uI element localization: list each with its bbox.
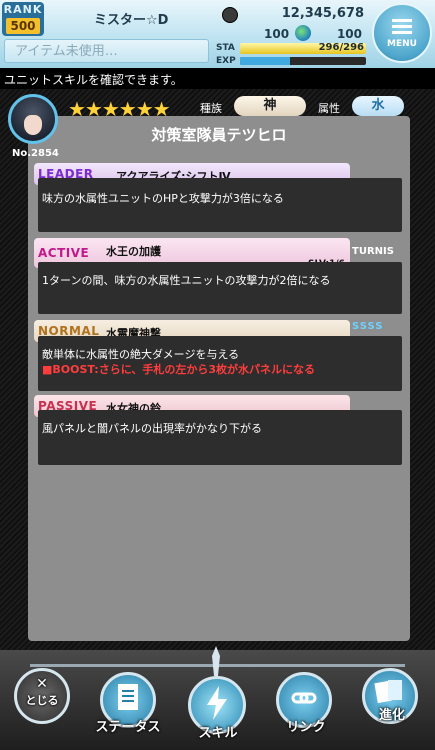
globe-icon — [295, 25, 311, 41]
unit-number: No.2854 — [12, 148, 59, 159]
coin-icon — [222, 7, 238, 23]
unit-name: 対策室隊員テツヒロ — [151, 126, 287, 144]
normal-skill-boost: ■BOOST:さらに、手札の左から3枚が水パネルになる — [42, 363, 316, 376]
evolve-label: 進化 — [378, 708, 405, 723]
normal-skill-desc: 敵単体に水属性の絶大ダメージを与える — [42, 348, 240, 361]
status-label: ステータス — [95, 720, 161, 735]
attribute-label: 属性 — [318, 102, 340, 115]
close-icon: ✕ — [36, 676, 48, 692]
coin-value: 12,345,678 — [281, 6, 364, 21]
type-badge: 神 — [234, 96, 306, 116]
rarity-stars: ★★★★★★ — [68, 97, 171, 121]
player-name: ミスター☆D — [94, 13, 169, 28]
item-status-field[interactable]: アイテム未使用… — [4, 39, 209, 63]
active-skill-desc: 1ターンの間、味方の水属性ユニットの攻撃力が2倍になる — [42, 274, 331, 287]
menu-icon — [392, 19, 412, 34]
exp-bar-fill — [240, 57, 291, 65]
turns-label: TURNIS — [352, 246, 394, 257]
type-label: 種族 — [200, 102, 222, 115]
active-skill-body — [38, 262, 402, 314]
chain-link-icon — [291, 692, 317, 704]
attribute-badge: 水 — [352, 96, 404, 116]
sta-label: STA — [216, 43, 235, 53]
active-skill-name: 水王の加護 — [106, 245, 161, 258]
info-text: ユニットスキルを確認できます。 — [4, 73, 183, 87]
sta-value: 296/296 — [318, 42, 364, 53]
sword-ornament-icon — [212, 646, 220, 676]
link-label: リンク — [286, 720, 326, 735]
rank-label: RANK — [3, 3, 43, 16]
cards-icon — [374, 680, 402, 704]
info-bar: ユニットスキルを確認できます。 — [0, 68, 435, 89]
exp-bar — [240, 57, 366, 65]
top-status-bar: RANK 500 ミスター☆D 12,345,678 アイテム未使用… 100 … — [0, 0, 435, 68]
gem-count-left: 100 — [264, 27, 290, 41]
lightning-icon — [207, 686, 227, 720]
leader-skill-desc: 味方の水属性ユニットのHPと攻撃力が3倍になる — [42, 192, 284, 205]
close-label: とじる — [25, 694, 59, 707]
status-icon — [118, 684, 138, 710]
rank-badge: RANK 500 — [2, 2, 44, 36]
exp-label: EXP — [216, 56, 236, 66]
skill-rank: SSSS — [352, 321, 384, 332]
passive-skill-body — [38, 410, 402, 465]
menu-label: MENU — [387, 39, 417, 49]
menu-button[interactable]: MENU — [372, 3, 432, 63]
rank-value: 500 — [6, 18, 40, 34]
active-tag: ACTIVE — [38, 246, 90, 260]
gem-count-right: 100 — [336, 27, 362, 41]
passive-skill-desc: 風パネルと闇パネルの出現率がかなり下がる — [42, 422, 262, 435]
skill-label: スキル — [198, 726, 238, 741]
